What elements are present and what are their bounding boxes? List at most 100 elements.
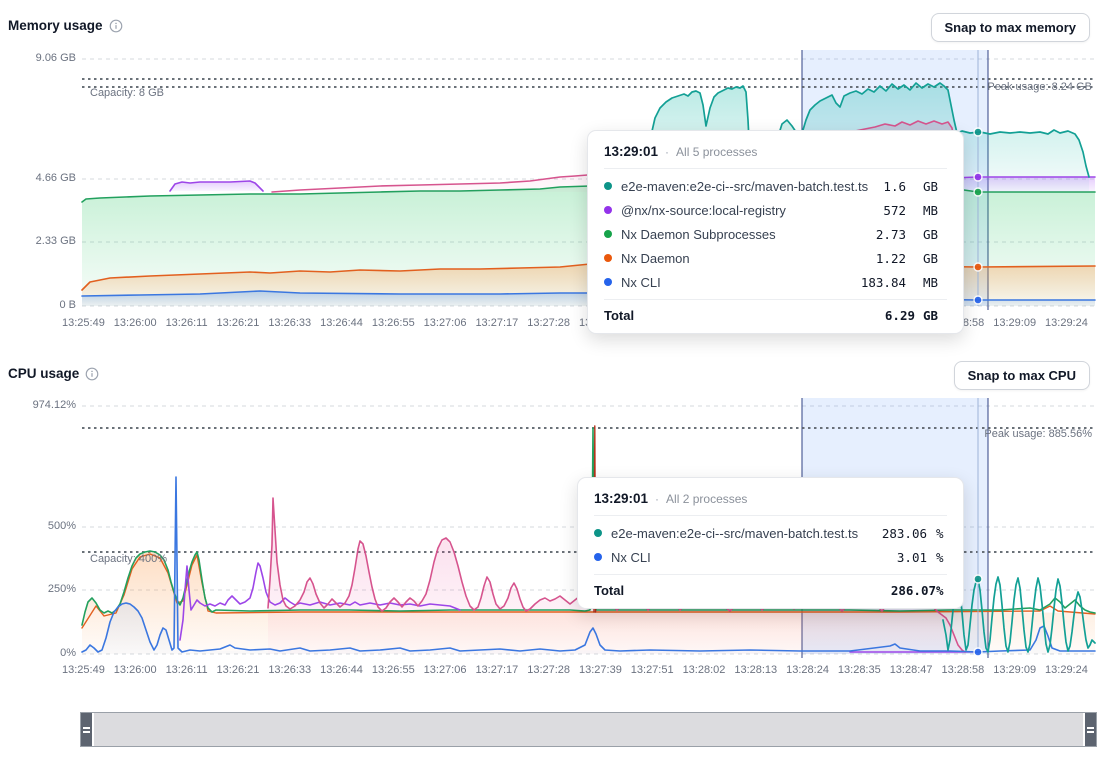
cpu-capacity-label: Capacity: 400%	[90, 553, 167, 565]
tooltip-total-row: Total 6.29 GB	[604, 299, 947, 323]
brush-track[interactable]	[94, 713, 1083, 746]
process-name: e2e-maven:e2e-ci--src/maven-batch.test.t…	[611, 526, 858, 541]
x-axis-tick: 13:27:17	[475, 317, 518, 329]
brush-left-handle[interactable]	[81, 713, 94, 746]
x-axis-tick: 13:26:00	[114, 664, 157, 676]
x-axis-tick: 13:25:49	[62, 317, 105, 329]
cpu-peak-label: Peak usage: 885.56%	[984, 428, 1092, 440]
x-axis-tick: 13:26:00	[114, 317, 157, 329]
x-axis-tick: 13:27:06	[424, 317, 467, 329]
x-axis-tick: 13:26:55	[372, 664, 415, 676]
process-unit: MB	[923, 203, 947, 218]
snap-to-max-memory-button[interactable]: Snap to max memory	[931, 13, 1091, 42]
memory-ytick: 9.06 GB	[4, 52, 76, 64]
process-value: 183.84	[670, 275, 906, 290]
series-color-dot	[604, 206, 612, 214]
process-name: e2e-maven:e2e-ci--src/maven-batch.test.t…	[621, 179, 868, 194]
total-label: Total	[604, 308, 634, 323]
process-value: 3.01	[660, 550, 927, 565]
tooltip-row: Nx CLI 3.01 %	[594, 545, 947, 569]
memory-peak-label: Peak usage: 8.24 GB	[987, 81, 1092, 93]
x-axis-tick: 13:25:49	[62, 664, 105, 676]
time-range-brush[interactable]	[80, 712, 1097, 747]
series-color-dot	[594, 529, 602, 537]
x-axis-tick: 13:29:24	[1045, 664, 1088, 676]
memory-ytick: 4.66 GB	[4, 172, 76, 184]
tooltip-row: e2e-maven:e2e-ci--src/maven-batch.test.t…	[604, 174, 947, 198]
grip-line	[1087, 727, 1094, 729]
x-axis-tick: 13:28:47	[890, 664, 933, 676]
series-color-dot	[604, 182, 612, 190]
info-icon[interactable]	[109, 19, 123, 33]
x-axis-tick: 13:26:33	[268, 317, 311, 329]
process-value: 1.22	[699, 251, 906, 266]
memory-section-header: Memory usage	[8, 18, 123, 33]
x-axis-tick: 13:26:44	[320, 317, 363, 329]
tooltip-row: Nx CLI 183.84 MB	[604, 270, 947, 294]
process-value: 572	[795, 203, 906, 218]
grip-line	[1087, 731, 1094, 733]
series-color-dot	[594, 553, 602, 561]
process-value: 283.06	[867, 526, 927, 541]
x-axis-tick: 13:29:09	[993, 317, 1036, 329]
tooltip-row: Nx Daemon Subprocesses 2.73 GB	[604, 222, 947, 246]
x-axis-tick: 13:28:02	[683, 664, 726, 676]
x-axis-tick: 13:29:24	[1045, 317, 1088, 329]
cpu-section-title: CPU usage	[8, 366, 79, 381]
process-unit: %	[936, 550, 947, 565]
tooltip-time: 13:29:01	[594, 491, 648, 506]
x-axis-tick: 13:26:44	[320, 664, 363, 676]
tooltip-separator: ·	[665, 145, 669, 159]
x-axis-tick: 13:27:28	[527, 317, 570, 329]
x-axis-tick: 13:26:33	[268, 664, 311, 676]
x-axis-tick: 13:27:39	[579, 664, 622, 676]
process-unit: GB	[923, 251, 947, 266]
memory-tooltip: 13:29:01 · All 5 processes e2e-maven:e2e…	[587, 130, 964, 334]
process-name: Nx CLI	[621, 275, 661, 290]
series-color-dot	[604, 278, 612, 286]
x-axis-tick: 13:27:28	[527, 664, 570, 676]
total-unit: %	[936, 583, 947, 598]
cpu-ytick: 500%	[4, 520, 76, 532]
x-axis-tick: 13:26:11	[166, 664, 208, 676]
tooltip-row: e2e-maven:e2e-ci--src/maven-batch.test.t…	[594, 521, 947, 545]
x-axis-tick: 13:28:35	[838, 664, 881, 676]
process-unit: %	[936, 526, 947, 541]
memory-ytick: 0 B	[4, 299, 76, 311]
profiler-page: Memory usage Snap to max memory	[0, 0, 1118, 761]
tooltip-subtitle: All 2 processes	[666, 492, 747, 506]
x-axis-tick: 13:27:51	[631, 664, 674, 676]
tooltip-rows: e2e-maven:e2e-ci--src/maven-batch.test.t…	[604, 169, 947, 296]
x-axis-tick: 13:28:24	[786, 664, 829, 676]
process-name: Nx Daemon	[621, 251, 690, 266]
x-axis-tick: 13:27:17	[475, 664, 518, 676]
tooltip-header: 13:29:01 · All 5 processes	[604, 141, 947, 169]
total-label: Total	[594, 583, 624, 598]
x-axis-tick: 13:26:11	[166, 317, 208, 329]
total-value: 286.07	[624, 583, 936, 598]
info-icon[interactable]	[85, 367, 99, 381]
process-unit: GB	[923, 179, 947, 194]
series-color-dot	[604, 230, 612, 238]
snap-to-max-cpu-button[interactable]: Snap to max CPU	[954, 361, 1090, 390]
x-axis-tick: 13:28:13	[734, 664, 777, 676]
tooltip-time: 13:29:01	[604, 144, 658, 159]
process-name: @nx/nx-source:local-registry	[621, 203, 786, 218]
x-axis-tick: 13:28:58	[941, 664, 984, 676]
process-unit: GB	[923, 227, 947, 242]
tooltip-total-row: Total 286.07 %	[594, 574, 947, 598]
memory-capacity-label: Capacity: 8 GB	[90, 87, 164, 99]
brush-right-handle[interactable]	[1083, 713, 1096, 746]
process-name: Nx CLI	[611, 550, 651, 565]
cpu-ytick: 250%	[4, 583, 76, 595]
cpu-x-axis: 13:25:49 13:26:00 13:26:11 13:26:21 13:26:33…	[62, 664, 1088, 676]
grip-line	[83, 731, 90, 733]
cpu-section-header: CPU usage	[8, 366, 99, 381]
x-axis-tick: 13:26:21	[217, 664, 260, 676]
cpu-ytick: 0%	[4, 647, 76, 659]
tooltip-rows: e2e-maven:e2e-ci--src/maven-batch.test.t…	[594, 516, 947, 571]
tooltip-subtitle: All 5 processes	[676, 145, 757, 159]
process-value: 2.73	[785, 227, 906, 242]
tooltip-separator: ·	[655, 492, 659, 506]
process-value: 1.6	[877, 179, 906, 194]
